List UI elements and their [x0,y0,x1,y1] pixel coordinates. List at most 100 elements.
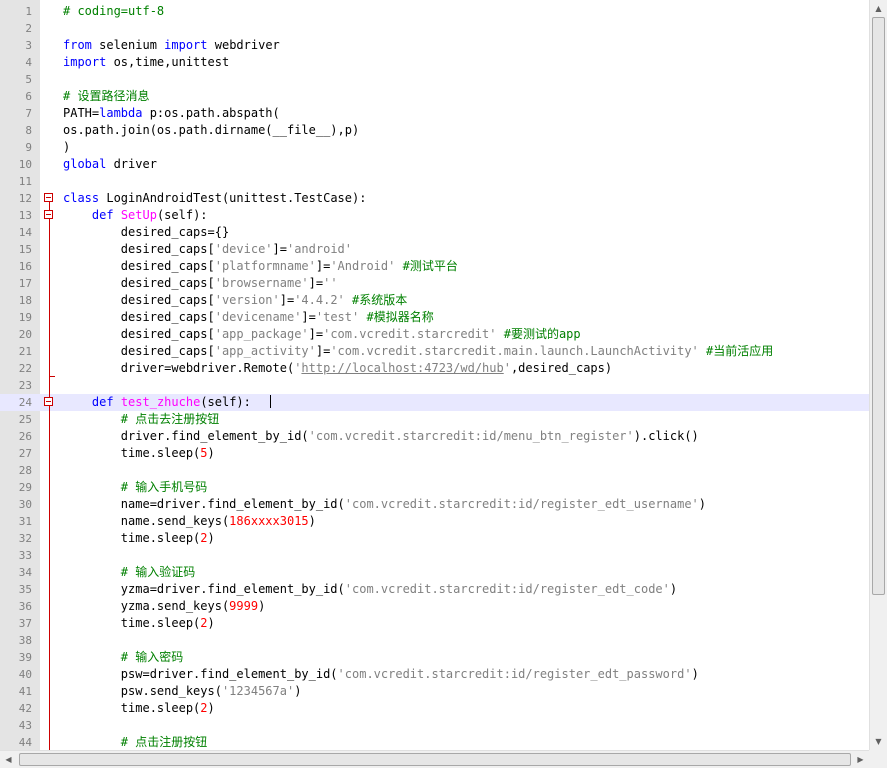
code-line[interactable]: 27 time.sleep(5) [0,445,869,462]
code-line[interactable]: 7 PATH=lambda p:os.path.abspath( [0,105,869,122]
code-text[interactable]: desired_caps['devicename']='test' #模拟器名称 [63,309,434,326]
vertical-scrollbar[interactable]: ▲ ▼ [869,0,887,750]
code-line[interactable]: 37 time.sleep(2) [0,615,869,632]
code-line[interactable]: 17 desired_caps['browsername']='' [0,275,869,292]
code-line[interactable]: 18 desired_caps['version']='4.4.2' #系统版本 [0,292,869,309]
code-text[interactable]: desired_caps['device']='android' [63,241,352,258]
scroll-right-button[interactable]: ▶ [852,751,869,768]
scroll-up-button[interactable]: ▲ [870,0,887,17]
code-text[interactable]: # 设置路径消息 [63,88,149,105]
code-line[interactable]: 1 # coding=utf-8 [0,3,869,20]
code-text[interactable]: desired_caps={} [63,224,229,241]
code-line[interactable]: 25 # 点击去注册按钮 [0,411,869,428]
code-text[interactable]: global driver [63,156,157,173]
code-line[interactable]: 29 # 输入手机号码 [0,479,869,496]
code-text[interactable]: desired_caps['browsername']='' [63,275,338,292]
code-editor[interactable]: 1 # coding=utf-8 2 3 from selenium import we… [0,0,869,750]
code-line[interactable]: 2 [0,20,869,37]
code-text[interactable]: psw=driver.find_element_by_id('com.vcred… [63,666,699,683]
code-line[interactable]: 36 yzma.send_keys(9999) [0,598,869,615]
code-text[interactable]: # coding=utf-8 [63,3,164,20]
code-token: ) [308,514,316,528]
code-text[interactable]: time.sleep(2) [63,530,215,547]
horizontal-scroll-thumb[interactable] [19,753,851,766]
code-line[interactable]: 19 desired_caps['devicename']='test' #模拟… [0,309,869,326]
code-line[interactable]: 12 class LoginAndroidTest(unittest.TestCa… [0,190,869,207]
code-line[interactable]: 13 def SetUp(self): [0,207,869,224]
code-text[interactable]: # 输入验证码 [63,564,195,581]
code-text[interactable]: desired_caps['version']='4.4.2' #系统版本 [63,292,407,309]
code-text[interactable]: time.sleep(5) [63,445,215,462]
code-text[interactable]: time.sleep(2) [63,615,215,632]
code-line[interactable]: 20 desired_caps['app_package']='com.vcre… [0,326,869,343]
code-token: global [63,157,107,171]
code-text[interactable]: desired_caps['platformname']='Android' #… [63,258,458,275]
code-line[interactable]: 4 import os,time,unittest [0,54,869,71]
code-line[interactable]: 42 time.sleep(2) [0,700,869,717]
code-line[interactable]: 28 [0,462,869,479]
code-token: ) [207,701,215,715]
vertical-scroll-thumb[interactable] [872,17,885,595]
code-text[interactable]: name.send_keys(186xxxx3015) [63,513,316,530]
code-token: ,desired_caps) [510,361,613,375]
code-line[interactable]: 40 psw=driver.find_element_by_id('com.vc… [0,666,869,683]
horizontal-scrollbar[interactable]: ◀ ▶ [0,750,869,768]
code-line[interactable]: 32 time.sleep(2) [0,530,869,547]
code-text[interactable]: yzma.send_keys(9999) [63,598,266,615]
fold-toggle-test-zhuche[interactable] [44,397,53,406]
code-line[interactable]: 24 def test_zhuche(self): [0,394,869,411]
code-text[interactable]: driver=webdriver.Remote('http://localhos… [63,360,612,377]
scroll-left-button[interactable]: ◀ [0,751,17,768]
code-text[interactable]: time.sleep(2) [63,700,215,717]
code-line[interactable]: 34 # 输入验证码 [0,564,869,581]
code-line[interactable]: 33 [0,547,869,564]
code-line[interactable]: 35 yzma=driver.find_element_by_id('com.v… [0,581,869,598]
code-text[interactable]: ) [63,139,70,156]
code-text[interactable]: def test_zhuche(self): [63,394,251,411]
code-line[interactable]: 31 name.send_keys(186xxxx3015) [0,513,869,530]
code-line[interactable]: 15 desired_caps['device']='android' [0,241,869,258]
code-line[interactable]: 8 os.path.join(os.path.dirname(__file__),… [0,122,869,139]
code-text[interactable]: PATH=lambda p:os.path.abspath( [63,105,280,122]
code-line[interactable]: 14 desired_caps={} [0,224,869,241]
code-line[interactable]: 39 # 输入密码 [0,649,869,666]
code-text[interactable]: name=driver.find_element_by_id('com.vcre… [63,496,706,513]
code-line[interactable]: 9) [0,139,869,156]
code-line[interactable]: 23 [0,377,869,394]
code-token: ) [63,140,71,154]
code-text[interactable]: # 点击注册按钮 [63,734,207,750]
code-line[interactable]: 5 [0,71,869,88]
code-line[interactable]: 3 from selenium import webdriver [0,37,869,54]
code-line[interactable]: 6 # 设置路径消息 [0,88,869,105]
code-line[interactable]: 26 driver.find_element_by_id('com.vcredi… [0,428,869,445]
code-text[interactable]: os.path.join(os.path.dirname(__file__),p… [63,122,359,139]
code-text[interactable]: class LoginAndroidTest(unittest.TestCase… [63,190,366,207]
code-line[interactable]: 11 [0,173,869,190]
code-text[interactable]: def SetUp(self): [63,207,208,224]
code-text[interactable]: yzma=driver.find_element_by_id('com.vcre… [63,581,677,598]
code-text[interactable]: psw.send_keys('1234567a') [63,683,302,700]
code-text[interactable]: desired_caps['app_activity']='com.vcredi… [63,343,773,360]
code-line[interactable]: 30 name=driver.find_element_by_id('com.v… [0,496,869,513]
code-line[interactable]: 21 desired_caps['app_activity']='com.vcr… [0,343,869,360]
fold-toggle-setup[interactable] [44,210,53,219]
code-line[interactable]: 43 [0,717,869,734]
code-text[interactable]: from selenium import webdriver [63,37,280,54]
code-line[interactable]: 22 driver=webdriver.Remote('http://local… [0,360,869,377]
code-text[interactable]: import os,time,unittest [63,54,229,71]
code-text[interactable]: driver.find_element_by_id('com.vcredit.s… [63,428,699,445]
code-text[interactable]: desired_caps['app_package']='com.vcredit… [63,326,581,343]
code-line[interactable]: 38 [0,632,869,649]
line-number: 1 [25,5,32,18]
code-text[interactable]: # 输入手机号码 [63,479,207,496]
scroll-down-button[interactable]: ▼ [870,733,887,750]
fold-toggle-class[interactable] [44,193,53,202]
code-line[interactable]: 10 global driver [0,156,869,173]
code-text[interactable]: # 点击去注册按钮 [63,411,219,428]
code-text[interactable]: # 输入密码 [63,649,183,666]
code-line[interactable]: 44 # 点击注册按钮 [0,734,869,750]
code-line[interactable]: 41 psw.send_keys('1234567a') [0,683,869,700]
code-line[interactable]: 16 desired_caps['platformname']='Android… [0,258,869,275]
